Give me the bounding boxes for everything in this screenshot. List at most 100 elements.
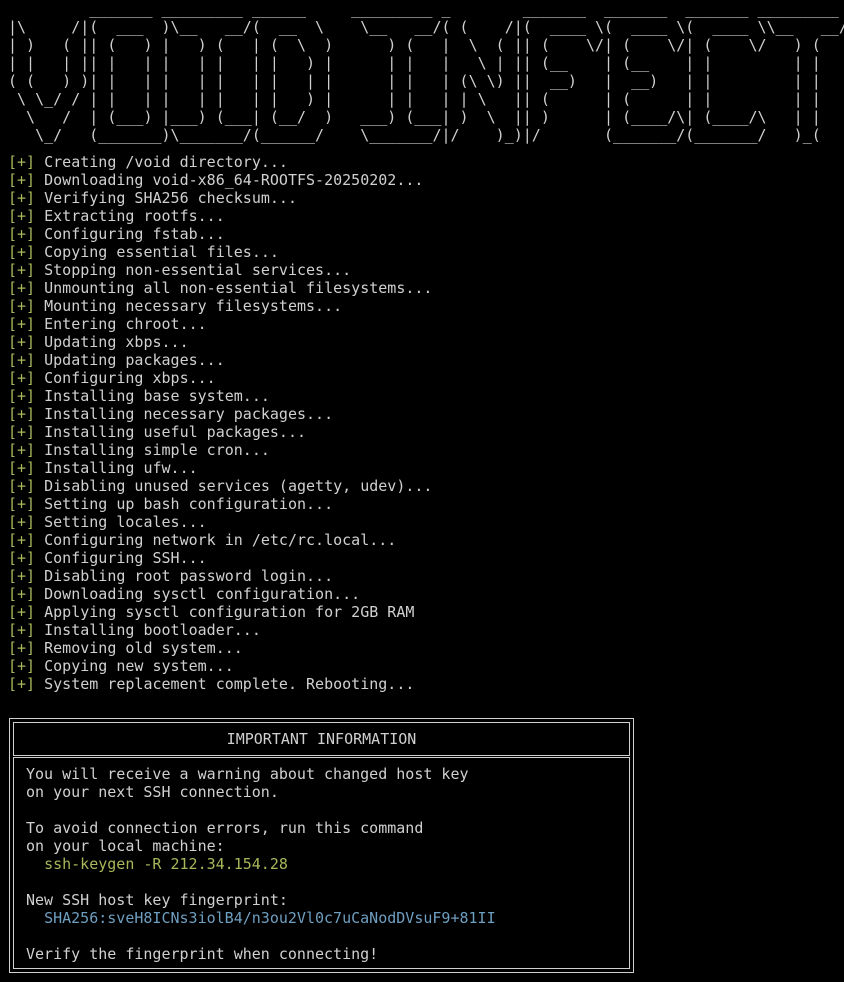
log-prefix: [+] bbox=[8, 351, 36, 369]
log-line: [+] System replacement complete. Rebooti… bbox=[8, 675, 432, 693]
log-prefix: [+] bbox=[8, 675, 36, 693]
install-log: [+] Creating /void directory... [+] Downl… bbox=[8, 153, 432, 693]
log-prefix: [+] bbox=[8, 549, 36, 567]
log-message: Removing old system... bbox=[44, 639, 243, 657]
info-box-title: IMPORTANT INFORMATION bbox=[13, 722, 630, 756]
log-line: [+] Copying new system... bbox=[8, 657, 432, 675]
log-line: [+] Disabling root password login... bbox=[8, 567, 432, 585]
log-prefix: [+] bbox=[8, 441, 36, 459]
log-message: Setting up bash configuration... bbox=[44, 495, 334, 513]
log-line: [+] Installing useful packages... bbox=[8, 423, 432, 441]
log-prefix: [+] bbox=[8, 153, 36, 171]
log-prefix: [+] bbox=[8, 459, 36, 477]
log-prefix: [+] bbox=[8, 567, 36, 585]
log-line: [+] Removing old system... bbox=[8, 639, 432, 657]
log-line: [+] Configuring fstab... bbox=[8, 225, 432, 243]
log-message: Updating packages... bbox=[44, 351, 225, 369]
log-prefix: [+] bbox=[8, 369, 36, 387]
ascii-banner: _______ _________ ______ _________ _ ___… bbox=[8, 0, 844, 144]
log-prefix: [+] bbox=[8, 423, 36, 441]
log-message: Mounting necessary filesystems... bbox=[44, 297, 343, 315]
log-prefix: [+] bbox=[8, 225, 36, 243]
log-line: [+] Configuring SSH... bbox=[8, 549, 432, 567]
log-prefix: [+] bbox=[8, 639, 36, 657]
log-line: [+] Installing bootloader... bbox=[8, 621, 432, 639]
log-prefix: [+] bbox=[8, 207, 36, 225]
log-line: [+] Entering chroot... bbox=[8, 315, 432, 333]
log-line: [+] Setting locales... bbox=[8, 513, 432, 531]
log-prefix: [+] bbox=[8, 171, 36, 189]
log-message: Disabling unused services (agetty, udev)… bbox=[44, 477, 433, 495]
log-line: [+] Installing ufw... bbox=[8, 459, 432, 477]
log-message: Installing ufw... bbox=[44, 459, 198, 477]
log-prefix: [+] bbox=[8, 513, 36, 531]
log-message: Applying sysctl configuration for 2GB RA… bbox=[44, 603, 415, 621]
log-message: Configuring fstab... bbox=[44, 225, 225, 243]
avoid-text-line-2: on your local machine: bbox=[26, 837, 225, 855]
warning-text-line-2: on your next SSH connection. bbox=[26, 783, 279, 801]
log-prefix: [+] bbox=[8, 279, 36, 297]
log-line: [+] Unmounting all non-essential filesys… bbox=[8, 279, 432, 297]
log-prefix: [+] bbox=[8, 333, 36, 351]
log-line: [+] Verifying SHA256 checksum... bbox=[8, 189, 432, 207]
log-prefix: [+] bbox=[8, 495, 36, 513]
log-message: Downloading sysctl configuration... bbox=[44, 585, 361, 603]
log-message: Installing base system... bbox=[44, 387, 270, 405]
log-message: Configuring xbps... bbox=[44, 369, 216, 387]
log-prefix: [+] bbox=[8, 387, 36, 405]
log-message: Downloading void-x86_64-ROOTFS-20250202.… bbox=[44, 171, 424, 189]
log-line: [+] Creating /void directory... bbox=[8, 153, 432, 171]
fingerprint-label: New SSH host key fingerprint: bbox=[26, 891, 288, 909]
warning-text-line-1: You will receive a warning about changed… bbox=[26, 765, 469, 783]
keygen-command[interactable]: ssh-keygen -R 212.34.154.28 bbox=[26, 855, 629, 873]
log-line: [+] Copying essential files... bbox=[8, 243, 432, 261]
log-prefix: [+] bbox=[8, 603, 36, 621]
log-prefix: [+] bbox=[8, 261, 36, 279]
info-box: IMPORTANT INFORMATION You will receive a… bbox=[9, 718, 634, 973]
log-line: [+] Disabling unused services (agetty, u… bbox=[8, 477, 432, 495]
avoid-text-line-1: To avoid connection errors, run this com… bbox=[26, 819, 424, 837]
log-message: Stopping non-essential services... bbox=[44, 261, 352, 279]
log-line: [+] Installing simple cron... bbox=[8, 441, 432, 459]
log-prefix: [+] bbox=[8, 477, 36, 495]
log-message: Verifying SHA256 checksum... bbox=[44, 189, 297, 207]
log-line: [+] Stopping non-essential services... bbox=[8, 261, 432, 279]
log-message: Extracting rootfs... bbox=[44, 207, 225, 225]
log-message: Configuring SSH... bbox=[44, 549, 207, 567]
log-message: Configuring network in /etc/rc.local... bbox=[44, 531, 397, 549]
keygen-command-text[interactable]: ssh-keygen -R 212.34.154.28 bbox=[44, 855, 288, 873]
log-prefix: [+] bbox=[8, 585, 36, 603]
fingerprint-value-text[interactable]: SHA256:sveH8ICNs3iolB4/n3ou2Vl0c7uCaNodD… bbox=[44, 909, 496, 927]
info-box-body: You will receive a warning about changed… bbox=[13, 757, 630, 969]
log-line: [+] Downloading void-x86_64-ROOTFS-20250… bbox=[8, 171, 432, 189]
log-line: [+] Applying sysctl configuration for 2G… bbox=[8, 603, 432, 621]
log-message: Installing necessary packages... bbox=[44, 405, 334, 423]
log-line: [+] Configuring xbps... bbox=[8, 369, 432, 387]
log-line: [+] Installing necessary packages... bbox=[8, 405, 432, 423]
log-prefix: [+] bbox=[8, 657, 36, 675]
log-prefix: [+] bbox=[8, 189, 36, 207]
log-line: [+] Installing base system... bbox=[8, 387, 432, 405]
log-message: Creating /void directory... bbox=[44, 153, 288, 171]
fingerprint-value[interactable]: SHA256:sveH8ICNs3iolB4/n3ou2Vl0c7uCaNodD… bbox=[26, 909, 629, 927]
log-prefix: [+] bbox=[8, 315, 36, 333]
log-line: [+] Configuring network in /etc/rc.local… bbox=[8, 531, 432, 549]
log-prefix: [+] bbox=[8, 621, 36, 639]
log-message: Copying new system... bbox=[44, 657, 234, 675]
log-message: System replacement complete. Rebooting..… bbox=[44, 675, 415, 693]
verify-text: Verify the fingerprint when connecting! bbox=[26, 945, 379, 963]
log-prefix: [+] bbox=[8, 297, 36, 315]
terminal-window[interactable]: _______ _________ ______ _________ _ ___… bbox=[0, 0, 844, 982]
log-line: [+] Extracting rootfs... bbox=[8, 207, 432, 225]
log-line: [+] Updating xbps... bbox=[8, 333, 432, 351]
log-line: [+] Mounting necessary filesystems... bbox=[8, 297, 432, 315]
log-message: Setting locales... bbox=[44, 513, 207, 531]
log-message: Copying essential files... bbox=[44, 243, 279, 261]
log-message: Installing useful packages... bbox=[44, 423, 307, 441]
log-prefix: [+] bbox=[8, 243, 36, 261]
log-message: Entering chroot... bbox=[44, 315, 207, 333]
log-prefix: [+] bbox=[8, 405, 36, 423]
